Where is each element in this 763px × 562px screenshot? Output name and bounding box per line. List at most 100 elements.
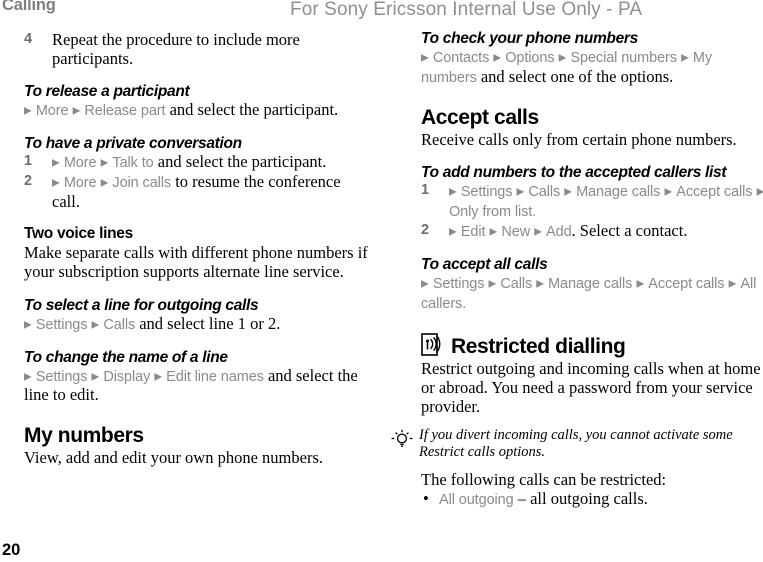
arrow-icon: ▶ bbox=[493, 52, 502, 64]
private-conversation-steps: 1 ▶ More ▶ Talk to and select the partic… bbox=[24, 152, 372, 211]
procedure-tail: – all outgoing calls. bbox=[513, 489, 648, 509]
arrow-icon: ▶ bbox=[154, 371, 163, 383]
arrow-icon: ▶ bbox=[24, 319, 32, 331]
ui-term: Contacts bbox=[432, 50, 490, 67]
arrow-icon: ▶ bbox=[664, 186, 673, 198]
heading-check-phone-numbers: To check your phone numbers bbox=[421, 30, 638, 47]
page-body: 4 Repeat the procedure to include more p… bbox=[0, 30, 763, 530]
arrow-icon: ▶ bbox=[24, 105, 32, 117]
arrow-icon: ▶ bbox=[488, 278, 497, 290]
ui-term: Accept calls bbox=[648, 275, 725, 292]
ui-term: All outgoing bbox=[439, 492, 514, 509]
arrow-icon: ▶ bbox=[421, 278, 429, 290]
procedure-tail: . Select a contact. bbox=[571, 220, 688, 240]
arrow-icon: ▶ bbox=[449, 186, 457, 198]
ui-term: Calls bbox=[528, 184, 561, 201]
body-restricted-dialling: Restrict outgoing and incoming calls whe… bbox=[421, 358, 761, 417]
procedure-tail: to resume the conference call. bbox=[52, 172, 341, 212]
restricted-dialling-icon bbox=[421, 332, 442, 357]
list-item-text: ▶ Settings ▶ Calls ▶ Manage calls ▶ Acce… bbox=[449, 181, 763, 221]
add-numbers-steps: 1 ▶ Settings ▶ Calls ▶ Manage calls ▶ Ac… bbox=[421, 181, 763, 241]
procedure-check-phone-numbers: ▶ Contacts ▶ Options ▶ Special numbers ▶… bbox=[421, 47, 763, 87]
arrow-icon: ▶ bbox=[100, 157, 109, 169]
procedure-change-line-name: ▶ Settings ▶ Display ▶ Edit line names a… bbox=[24, 366, 372, 405]
ui-term: Options bbox=[505, 50, 555, 67]
heading-release-participant: To release a participant bbox=[24, 83, 190, 101]
procedure-tail: and select the participant. bbox=[165, 100, 339, 120]
tip-note-text: If you divert incoming calls, you cannot… bbox=[419, 427, 733, 461]
list-item-number: 1 bbox=[24, 153, 33, 170]
list-item: 1 ▶ More ▶ Talk to and select the partic… bbox=[24, 152, 372, 172]
ui-term: More bbox=[35, 103, 69, 120]
list-item: 1 ▶ Settings ▶ Calls ▶ Manage calls ▶ Ac… bbox=[421, 181, 763, 221]
procedure-tail: and select the participant. bbox=[153, 152, 327, 172]
ui-term: New bbox=[501, 223, 531, 240]
procedure-tail: and select one of the options. bbox=[476, 66, 674, 86]
right-column: To check your phone numbers ▶ Contacts ▶… bbox=[391, 30, 763, 509]
left-column: 4 Repeat the procedure to include more p… bbox=[24, 30, 372, 467]
ui-term: Settings bbox=[35, 316, 88, 333]
ui-term: Accept calls bbox=[676, 184, 753, 201]
ui-term: Release part bbox=[84, 103, 166, 120]
ui-term: Display bbox=[103, 368, 151, 385]
ui-term: Settings bbox=[35, 368, 88, 385]
watermark-notice: For Sony Ericsson Internal Use Only - PA bbox=[290, 0, 643, 20]
arrow-icon: ▶ bbox=[421, 52, 429, 64]
ui-term: Manage calls bbox=[548, 275, 633, 292]
arrow-icon: ▶ bbox=[536, 278, 544, 290]
arrow-icon: ▶ bbox=[636, 278, 645, 290]
ui-term: Manage calls bbox=[576, 184, 661, 201]
arrow-icon: ▶ bbox=[728, 278, 737, 290]
running-head-chapter: Calling bbox=[2, 0, 56, 14]
arrow-icon: ▶ bbox=[516, 186, 525, 198]
tip-lightbulb-icon bbox=[390, 429, 414, 451]
ui-term: Settings bbox=[432, 275, 485, 292]
ui-term: Edit line names bbox=[166, 368, 264, 385]
bullet-icon: • bbox=[423, 489, 429, 509]
ui-term: Talk to bbox=[112, 155, 154, 172]
restricted-calls-intro: The following calls can be restricted: bbox=[421, 469, 667, 489]
arrow-icon: ▶ bbox=[756, 186, 763, 198]
arrow-icon: ▶ bbox=[91, 371, 100, 383]
arrow-icon: ▶ bbox=[558, 52, 567, 64]
heading-restricted-dialling: Restricted dialling bbox=[451, 334, 626, 358]
ui-term: More bbox=[63, 175, 97, 192]
list-item: 2 ▶ More ▶ Join calls to resume the conf… bbox=[24, 172, 372, 211]
procedure-select-line: ▶ Settings ▶ Calls and select line 1 or … bbox=[24, 314, 372, 334]
list-item-number: 2 bbox=[421, 221, 430, 238]
list-item: 2 ▶ Edit ▶ New ▶ Add. Select a contact. bbox=[421, 221, 763, 241]
procedure-release-participant: ▶ More ▶ Release part and select the par… bbox=[24, 100, 372, 120]
arrow-icon: ▶ bbox=[681, 52, 689, 64]
list-item: 4 Repeat the procedure to include more p… bbox=[24, 30, 372, 68]
list-item-text: All outgoing – all outgoing calls. bbox=[439, 489, 763, 509]
arrow-icon: ▶ bbox=[564, 186, 572, 198]
heading-change-line-name: To change the name of a line bbox=[24, 348, 228, 366]
arrow-icon: ▶ bbox=[100, 177, 109, 189]
ui-term: Settings bbox=[460, 184, 513, 201]
list-item-text: ▶ More ▶ Talk to and select the particip… bbox=[52, 152, 372, 172]
body-accept-calls: Receive calls only from certain phone nu… bbox=[421, 129, 737, 149]
list-item-text: ▶ Edit ▶ New ▶ Add. Select a contact. bbox=[449, 221, 763, 241]
body-two-voice-lines: Make separate calls with different phone… bbox=[24, 243, 368, 282]
arrow-icon: ▶ bbox=[489, 226, 498, 238]
heading-my-numbers: My numbers bbox=[24, 423, 144, 447]
ui-term: Only from list. bbox=[449, 204, 537, 221]
ui-term: Calls bbox=[103, 316, 136, 333]
list-item-number: 2 bbox=[24, 173, 33, 190]
procedure-tail: and select line 1 or 2. bbox=[135, 313, 281, 333]
ui-term: Join calls bbox=[112, 175, 172, 192]
arrow-icon: ▶ bbox=[91, 319, 100, 331]
list-item-text: ▶ More ▶ Join calls to resume the confer… bbox=[52, 172, 372, 211]
arrow-icon: ▶ bbox=[52, 177, 60, 189]
heading-private-conversation: To have a private conversation bbox=[24, 135, 242, 153]
arrow-icon: ▶ bbox=[52, 157, 60, 169]
body-my-numbers: View, add and edit your own phone number… bbox=[24, 447, 323, 467]
tip-note: If you divert incoming calls, you cannot… bbox=[391, 427, 763, 461]
ui-term: Calls bbox=[500, 275, 533, 292]
list-item-number: 4 bbox=[24, 31, 33, 47]
ui-term: Edit bbox=[460, 223, 486, 240]
heading-accept-all-calls: To accept all calls bbox=[421, 255, 548, 273]
continued-procedure-list: 4 Repeat the procedure to include more p… bbox=[24, 30, 372, 68]
arrow-icon: ▶ bbox=[72, 105, 81, 117]
page-number: 20 bbox=[2, 541, 21, 559]
